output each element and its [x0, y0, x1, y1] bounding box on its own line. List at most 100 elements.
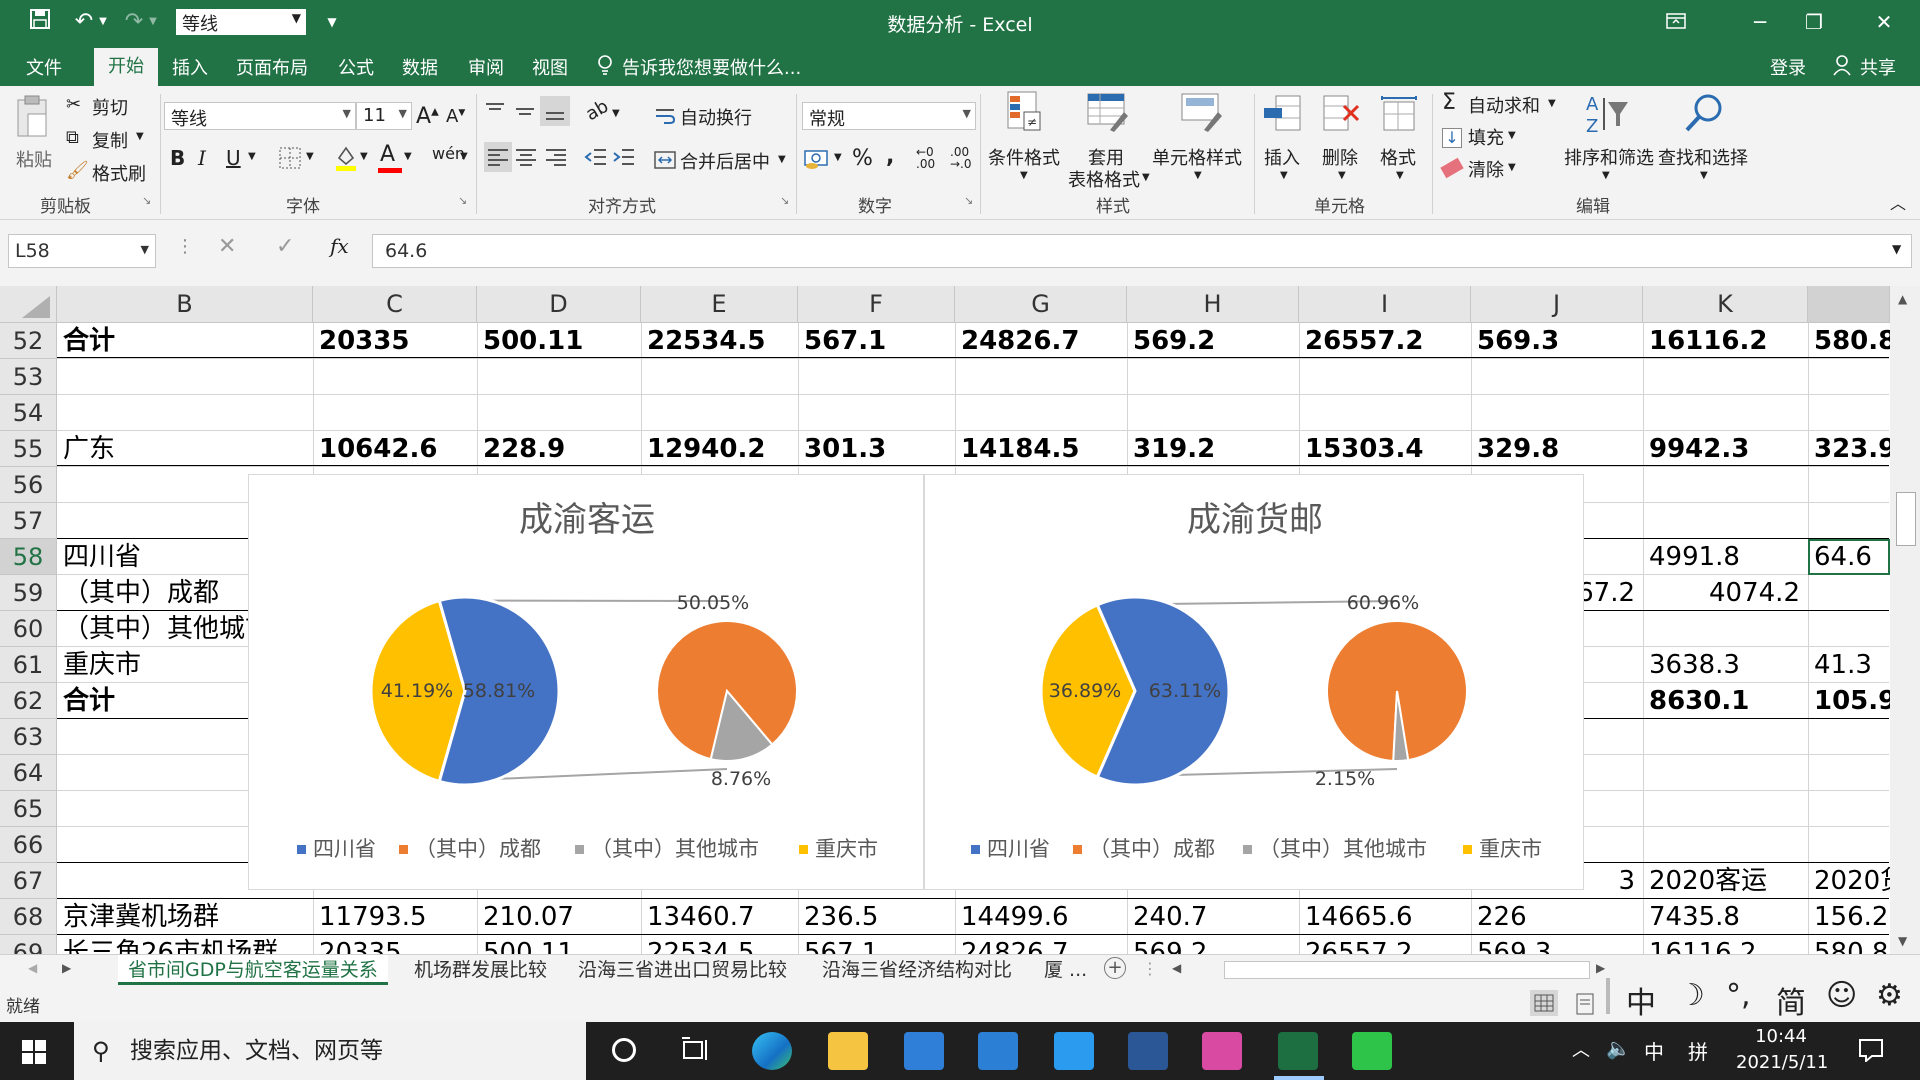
paste-button[interactable]: 粘贴	[8, 92, 56, 182]
table-cell[interactable]: 228.9	[477, 431, 641, 467]
column-header-e[interactable]: E	[641, 286, 798, 323]
table-cell[interactable]: 240.7	[1127, 899, 1299, 935]
font-size-select[interactable]: 11 ▼	[356, 102, 412, 130]
table-cell[interactable]: 14665.6	[1299, 899, 1471, 935]
emoji-icon[interactable]: ☺	[1826, 978, 1857, 1013]
percent-style-button[interactable]: %	[852, 146, 873, 171]
cortana-icon[interactable]	[612, 1038, 636, 1062]
table-cell[interactable]: 14184.5	[955, 431, 1127, 467]
find-select-button[interactable]: 查找和选择 ▼	[1656, 90, 1750, 190]
tray-expand-icon[interactable]: ︿	[1572, 1036, 1590, 1062]
volume-icon[interactable]: 🔈	[1606, 1036, 1631, 1060]
column-header-j[interactable]: J	[1471, 286, 1643, 323]
column-header-c[interactable]: C	[313, 286, 477, 323]
conditional-formatting-button[interactable]: ≠ 条件格式 ▼	[986, 90, 1066, 186]
scroll-up-icon[interactable]: ▲	[1898, 292, 1907, 306]
row-header-67[interactable]: 67	[0, 863, 57, 899]
expand-formula-bar-icon[interactable]: ▼	[1892, 242, 1901, 256]
decrease-font-size-icon[interactable]: A▼	[446, 106, 465, 127]
notification-icon[interactable]	[1858, 1038, 1884, 1066]
vertical-scrollbar[interactable]: ▲ ▼	[1890, 286, 1920, 954]
chart-passenger[interactable]: 成渝客运 41.19% 58.81% 50.05% 8.76% 四川省 （其中）…	[248, 474, 924, 890]
confirm-entry-icon[interactable]: ✓	[276, 234, 294, 259]
ime-simplified[interactable]: 简	[1776, 978, 1806, 1022]
table-cell[interactable]: 500.11	[477, 935, 641, 954]
sort-filter-button[interactable]: AZ 排序和筛选 ▼	[1562, 90, 1654, 190]
tab-insert[interactable]: 插入	[172, 54, 208, 80]
next-sheet-icon[interactable]: ▶	[62, 961, 71, 975]
table-cell[interactable]: 9942.3	[1643, 431, 1808, 467]
cancel-entry-icon[interactable]: ✕	[218, 234, 236, 259]
underline-button[interactable]: U	[226, 146, 241, 170]
align-right-icon[interactable]	[544, 144, 568, 174]
row-header-57[interactable]: 57	[0, 503, 57, 539]
row-header-66[interactable]: 66	[0, 827, 57, 863]
increase-indent-icon[interactable]	[612, 144, 636, 174]
decrease-indent-icon[interactable]	[584, 144, 608, 174]
minimize-icon[interactable]: ─	[1740, 6, 1780, 38]
table-cell[interactable]: 41.3	[1808, 647, 1890, 683]
column-header-b[interactable]: B	[57, 286, 313, 323]
row-header-63[interactable]: 63	[0, 719, 57, 755]
font-name-select[interactable]: 等线 ▼	[164, 102, 356, 130]
table-cell[interactable]: 16116.2	[1643, 323, 1808, 359]
table-cell[interactable]: 22534.5	[641, 935, 798, 954]
table-cell[interactable]: 11793.5	[313, 899, 477, 935]
format-as-table-button[interactable]: 套用 表格格式 ▼	[1066, 90, 1152, 191]
row-header-60[interactable]: 60	[0, 611, 57, 647]
align-center-icon[interactable]	[514, 144, 538, 174]
table-cell[interactable]: 京津冀机场群	[57, 899, 313, 935]
tab-file[interactable]: 文件	[26, 54, 62, 80]
tab-data[interactable]: 数据	[402, 54, 438, 80]
table-cell[interactable]: 580.8	[1808, 935, 1890, 954]
clock-time[interactable]: 10:44	[1736, 1026, 1826, 1047]
scrollbar-thumb[interactable]	[1896, 492, 1916, 546]
table-cell[interactable]: 24826.7	[955, 935, 1127, 954]
column-header-h[interactable]: H	[1127, 286, 1299, 323]
row-header-55[interactable]: 55	[0, 431, 57, 467]
punctuation-icon[interactable]: °,	[1726, 978, 1751, 1013]
scroll-left-icon[interactable]: ◀	[1172, 961, 1181, 975]
name-box[interactable]: L58 ▼	[8, 234, 156, 268]
tab-formulas[interactable]: 公式	[338, 54, 374, 80]
chart-cargo[interactable]: 成渝货邮 36.89% 63.11% 60.96% 2.15% 四川省 （其中）…	[924, 474, 1584, 890]
row-header-52[interactable]: 52	[0, 323, 57, 359]
ime-drag-handle[interactable]	[1606, 978, 1610, 1014]
align-top-icon[interactable]	[484, 100, 506, 126]
column-header-d[interactable]: D	[477, 286, 641, 323]
orientation-icon[interactable]: ab	[582, 96, 612, 125]
scroll-right-icon[interactable]: ▶	[1596, 961, 1605, 975]
windows-start-icon[interactable]	[22, 1040, 46, 1068]
horizontal-scrollbar-thumb[interactable]	[1224, 961, 1590, 979]
clock-date[interactable]: 2021/5/11	[1736, 1052, 1828, 1073]
column-header-k[interactable]: K	[1643, 286, 1808, 323]
table-cell[interactable]: 8630.1	[1643, 683, 1808, 719]
table-cell[interactable]: 569.3	[1471, 323, 1643, 359]
table-cell[interactable]: 24826.7	[955, 323, 1127, 359]
table-cell[interactable]: 10642.6	[313, 431, 477, 467]
delete-cells-button[interactable]: 删除 ▼	[1318, 90, 1364, 186]
dialog-launcher-icon[interactable]: ↘	[142, 194, 151, 207]
table-cell[interactable]: 156.2	[1808, 899, 1890, 935]
column-header-f[interactable]: F	[798, 286, 955, 323]
scroll-down-icon[interactable]: ▼	[1898, 934, 1907, 948]
table-cell[interactable]: 226	[1471, 899, 1643, 935]
column-header-i[interactable]: I	[1299, 286, 1471, 323]
chevron-down-icon[interactable]: ▼	[460, 151, 468, 162]
dialog-launcher-icon[interactable]: ↘	[964, 194, 973, 207]
table-cell[interactable]: 210.07	[477, 899, 641, 935]
word-icon[interactable]	[1128, 1032, 1168, 1070]
tell-me-search[interactable]: 告诉我您想要做什么...	[622, 54, 801, 80]
chevron-down-icon[interactable]: ▼	[306, 151, 314, 162]
gear-icon[interactable]: ⚙	[1876, 978, 1903, 1013]
row-header-54[interactable]: 54	[0, 395, 57, 431]
wechat-icon[interactable]	[1352, 1032, 1392, 1070]
comma-style-button[interactable]: ,	[886, 144, 894, 169]
row-header-53[interactable]: 53	[0, 359, 57, 395]
column-header-l[interactable]	[1808, 286, 1890, 323]
chevron-down-icon[interactable]: ▼	[834, 152, 842, 163]
table-cell[interactable]: 301.3	[798, 431, 955, 467]
table-cell[interactable]: 16116.2	[1643, 935, 1808, 954]
tab-review[interactable]: 审阅	[468, 54, 504, 80]
table-cell[interactable]: 长三角26市机场群	[57, 935, 313, 954]
